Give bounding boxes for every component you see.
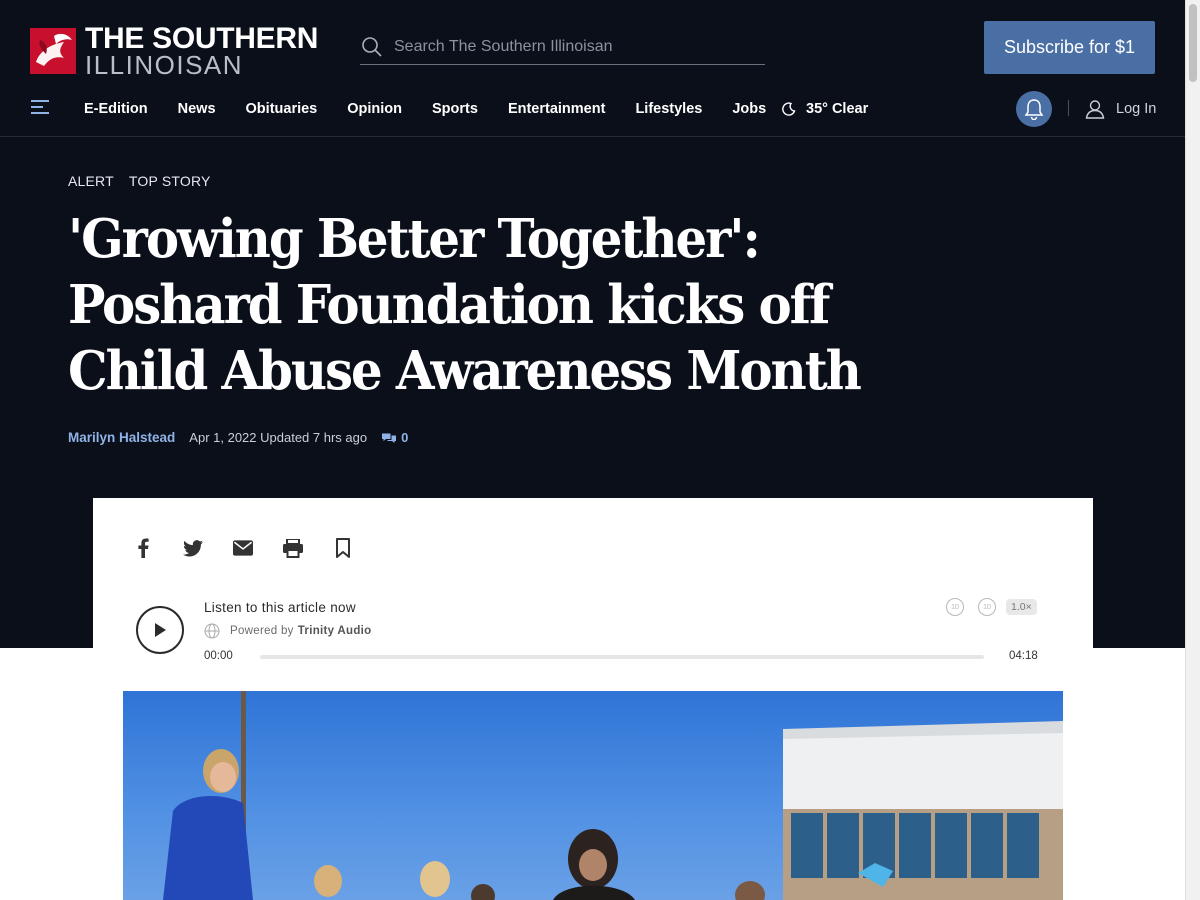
search-input[interactable]	[394, 38, 754, 56]
article-tags: ALERT TOP STORY	[68, 173, 226, 189]
article-date: Apr 1, 2022 Updated 7 hrs ago	[189, 430, 368, 445]
page-scrollbar[interactable]	[1185, 0, 1200, 900]
nav-item-sports[interactable]: Sports	[432, 101, 478, 117]
nav-item-lifestyles[interactable]: Lifestyles	[635, 101, 702, 117]
bookmark-icon[interactable]	[333, 538, 353, 558]
current-time: 00:00	[204, 650, 233, 662]
nav-item-obituaries[interactable]: Obituaries	[246, 101, 318, 117]
nav-divider	[1068, 100, 1069, 116]
share-toolbar	[133, 538, 383, 558]
weather-text: 35° Clear	[806, 101, 869, 117]
scrollbar-thumb[interactable]	[1189, 4, 1197, 82]
email-icon[interactable]	[233, 538, 253, 558]
user-icon	[1085, 100, 1105, 119]
powered-by-brand[interactable]: Trinity Audio	[298, 625, 372, 637]
powered-by-prefix: Powered by	[230, 625, 294, 637]
forward-10-icon: 10	[978, 598, 996, 616]
audio-title: Listen to this article now	[204, 600, 356, 615]
comment-count: 0	[401, 430, 409, 445]
skip-back-button[interactable]: 10	[946, 598, 964, 616]
menu-icon[interactable]	[31, 100, 49, 114]
nav-item-entertainment[interactable]: Entertainment	[508, 101, 606, 117]
weather-widget[interactable]: 35° Clear	[782, 101, 868, 117]
article-byline: Marilyn Halstead Apr 1, 2022 Updated 7 h…	[68, 430, 408, 445]
play-button[interactable]	[136, 606, 184, 654]
comments-link[interactable]: 0	[381, 430, 408, 445]
moon-icon	[782, 102, 796, 116]
globe-icon	[204, 623, 220, 639]
comments-icon	[382, 433, 397, 443]
login-label: Log In	[1116, 101, 1157, 117]
article-photo[interactable]	[123, 691, 1063, 900]
article-headline: 'Growing Better Together': Poshard Found…	[68, 208, 862, 402]
audio-powered-by: Powered by Trinity Audio	[204, 623, 371, 639]
facebook-icon[interactable]	[133, 538, 153, 558]
print-icon[interactable]	[283, 538, 303, 558]
nav-links: E-Edition News Obituaries Opinion Sports…	[84, 101, 796, 117]
tag-top-story[interactable]: TOP STORY	[129, 173, 211, 189]
logo-subtitle: ILLINOISAN	[85, 50, 244, 80]
nav-item-opinion[interactable]: Opinion	[347, 101, 402, 117]
skip-forward-button[interactable]: 10	[978, 598, 996, 616]
main-nav: E-Edition News Obituaries Opinion Sports…	[0, 88, 1185, 137]
bell-icon	[1024, 99, 1044, 120]
notifications-button[interactable]	[1016, 91, 1052, 127]
tag-alert[interactable]: ALERT	[68, 173, 114, 189]
login-link[interactable]: Log In	[1085, 99, 1156, 119]
rewind-10-icon: 10	[946, 598, 964, 616]
subscribe-button[interactable]: Subscribe for $1	[984, 21, 1155, 74]
search-bar[interactable]	[360, 30, 765, 65]
playback-speed-button[interactable]: 1.0×	[1006, 599, 1037, 615]
author-link[interactable]: Marilyn Halstead	[68, 430, 175, 445]
logo-mark-icon	[30, 28, 76, 74]
audio-player: Listen to this article now Powered by Tr…	[136, 598, 1041, 668]
twitter-icon[interactable]	[183, 538, 203, 558]
site-logo[interactable]: THE SOUTHERN ILLINOISAN	[30, 24, 318, 78]
nav-item-e-edition[interactable]: E-Edition	[84, 101, 148, 117]
nav-item-news[interactable]: News	[178, 101, 216, 117]
duration: 04:18	[1009, 650, 1038, 662]
search-icon	[362, 37, 382, 57]
play-icon	[155, 623, 166, 637]
audio-progress-bar[interactable]	[260, 655, 984, 659]
nav-item-jobs[interactable]: Jobs	[732, 101, 766, 117]
